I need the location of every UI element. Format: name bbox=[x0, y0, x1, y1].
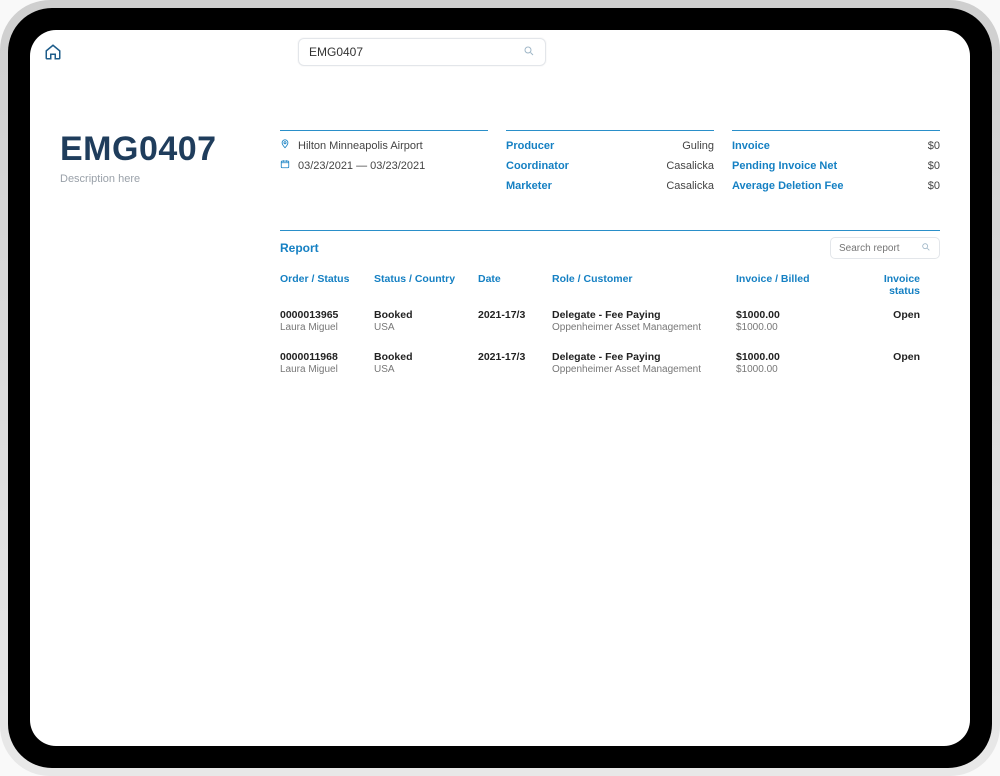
pending-label[interactable]: Pending Invoice Net bbox=[732, 157, 837, 177]
tablet-bezel: EMG0407 Description here Hilton Minneapo… bbox=[8, 8, 992, 768]
tablet-frame: EMG0407 Description here Hilton Minneapo… bbox=[0, 0, 1000, 776]
producer-label[interactable]: Producer bbox=[506, 137, 554, 157]
pin-icon bbox=[280, 137, 292, 157]
home-icon[interactable] bbox=[44, 43, 62, 61]
cell-order: 0000011968 bbox=[280, 351, 370, 363]
cell-name: Laura Miguel bbox=[280, 364, 370, 375]
cell-customer: Oppenheimer Asset Management bbox=[552, 364, 732, 375]
table-row[interactable]: 0000011968Laura Miguel BookedUSA 2021-17… bbox=[280, 345, 940, 387]
producer-value: Guling bbox=[682, 137, 714, 157]
cell-date: 2021-17/3 bbox=[478, 351, 548, 363]
report-search[interactable] bbox=[830, 237, 940, 259]
report-header: Report bbox=[280, 230, 940, 259]
cell-billed: $1000.00 bbox=[736, 322, 856, 333]
page-title: EMG0407 bbox=[60, 130, 260, 169]
coordinator-value: Casalicka bbox=[666, 157, 714, 177]
content-area: EMG0407 Description here Hilton Minneapo… bbox=[30, 70, 970, 746]
col-status[interactable]: Status / Country bbox=[374, 273, 474, 297]
cell-name: Laura Miguel bbox=[280, 322, 370, 333]
report-search-input[interactable] bbox=[839, 243, 921, 254]
pending-value: $0 bbox=[928, 157, 940, 177]
cell-status: Booked bbox=[374, 351, 474, 363]
summary-row: Hilton Minneapolis Airport 03/23/2021 — … bbox=[280, 130, 940, 196]
app-screen: EMG0407 Description here Hilton Minneapo… bbox=[30, 30, 970, 746]
right-column: Hilton Minneapolis Airport 03/23/2021 — … bbox=[280, 130, 940, 726]
summary-finance: Invoice $0 Pending Invoice Net $0 Averag… bbox=[732, 130, 940, 196]
col-invoice[interactable]: Invoice / Billed bbox=[736, 273, 856, 297]
cell-invstatus: Open bbox=[893, 309, 920, 321]
cell-invstatus: Open bbox=[893, 351, 920, 363]
cell-status: Booked bbox=[374, 309, 474, 321]
summary-team: Producer Guling Coordinator Casalicka Ma… bbox=[506, 130, 714, 196]
col-role[interactable]: Role / Customer bbox=[552, 273, 732, 297]
col-order[interactable]: Order / Status bbox=[280, 273, 370, 297]
cell-invoice: $1000.00 bbox=[736, 351, 856, 363]
dates-text: 03/23/2021 — 03/23/2021 bbox=[298, 157, 425, 177]
report-title: Report bbox=[280, 241, 319, 255]
cell-billed: $1000.00 bbox=[736, 364, 856, 375]
cell-country: USA bbox=[374, 364, 474, 375]
cell-date: 2021-17/3 bbox=[478, 309, 548, 321]
cell-invoice: $1000.00 bbox=[736, 309, 856, 321]
col-invstatus[interactable]: Invoice status bbox=[860, 273, 920, 297]
avgdel-label[interactable]: Average Deletion Fee bbox=[732, 177, 843, 197]
cell-country: USA bbox=[374, 322, 474, 333]
global-search-input[interactable] bbox=[309, 45, 523, 59]
invoice-label[interactable]: Invoice bbox=[732, 137, 770, 157]
report-table: Order / Status Status / Country Date Rol… bbox=[280, 273, 940, 387]
invoice-value: $0 bbox=[928, 137, 940, 157]
global-search[interactable] bbox=[298, 38, 546, 66]
search-icon bbox=[921, 241, 931, 255]
page-description: Description here bbox=[60, 173, 260, 185]
summary-location: Hilton Minneapolis Airport 03/23/2021 — … bbox=[280, 130, 488, 196]
col-date[interactable]: Date bbox=[478, 273, 548, 297]
cell-role: Delegate - Fee Paying bbox=[552, 309, 732, 321]
left-column: EMG0407 Description here bbox=[60, 130, 260, 726]
cell-customer: Oppenheimer Asset Management bbox=[552, 322, 732, 333]
table-header: Order / Status Status / Country Date Rol… bbox=[280, 273, 940, 303]
cell-order: 0000013965 bbox=[280, 309, 370, 321]
coordinator-label[interactable]: Coordinator bbox=[506, 157, 569, 177]
search-icon bbox=[523, 45, 535, 60]
marketer-label[interactable]: Marketer bbox=[506, 177, 552, 197]
top-bar bbox=[30, 30, 970, 70]
table-row[interactable]: 0000013965Laura Miguel BookedUSA 2021-17… bbox=[280, 303, 940, 345]
venue-text: Hilton Minneapolis Airport bbox=[298, 137, 423, 157]
marketer-value: Casalicka bbox=[666, 177, 714, 197]
cell-role: Delegate - Fee Paying bbox=[552, 351, 732, 363]
avgdel-value: $0 bbox=[928, 177, 940, 197]
calendar-icon bbox=[280, 157, 292, 177]
